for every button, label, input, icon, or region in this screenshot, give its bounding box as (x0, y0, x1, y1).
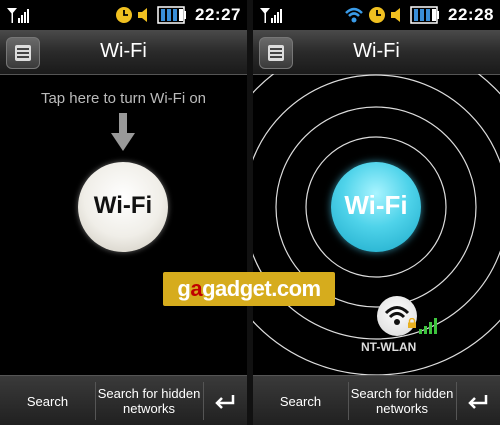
wifi-toggle-button[interactable]: Wi-Fi (331, 162, 421, 252)
search-button[interactable]: Search (253, 376, 348, 425)
watermark-part: a (190, 276, 203, 301)
clock: 22:28 (448, 5, 494, 24)
back-arrow-icon (215, 395, 235, 409)
signal-bars-icon (419, 318, 437, 334)
wifi-network-icon (384, 306, 410, 325)
alarm-clock-icon (116, 7, 133, 23)
clock: 22:27 (195, 5, 241, 24)
volume-icon (138, 8, 148, 22)
lock-icon (408, 318, 416, 328)
status-bar: 22:27 (0, 0, 247, 30)
battery-icon (157, 6, 187, 24)
watermark-logo: g a gadget.com (163, 272, 335, 306)
status-bar: 22:28 (253, 0, 500, 30)
page-title: Wi-Fi (100, 40, 147, 62)
search-button[interactable]: Search (0, 376, 95, 425)
tap-hint-text: Tap here to turn Wi-Fi on (40, 90, 207, 107)
arrow-down-icon (111, 113, 135, 151)
wifi-toggle-label: Wi-Fi (344, 190, 408, 220)
back-button[interactable] (203, 376, 247, 425)
alarm-clock-icon (369, 7, 386, 23)
watermark-part: g (177, 276, 191, 301)
search-hidden-networks-button[interactable]: Search for hidden networks (348, 376, 456, 425)
back-button[interactable] (456, 376, 500, 425)
battery-icon (410, 6, 440, 24)
wifi-off-screen: 22:27 Wi-Fi Tap here to turn Wi-Fi on Wi… (0, 0, 247, 425)
signal-strength-icon (7, 8, 29, 23)
back-arrow-icon (468, 395, 488, 409)
signal-strength-icon (260, 8, 282, 23)
title-bar: Wi-Fi (0, 30, 247, 75)
volume-icon (391, 8, 401, 22)
wifi-toggle-button[interactable]: Wi-Fi (78, 162, 168, 252)
wifi-status-icon (345, 7, 363, 23)
wifi-toggle-label: Wi-Fi (93, 192, 153, 219)
page-title: Wi-Fi (353, 40, 400, 62)
wifi-on-screen: 22:28 Wi-Fi Wi-Fi NT-WLAN Search Search … (253, 0, 500, 425)
network-item-nt-wlan[interactable] (377, 296, 417, 336)
bottom-toolbar: Search Search for hidden networks (0, 375, 247, 425)
bottom-toolbar: Search Search for hidden networks (253, 375, 500, 425)
watermark-part: gadget.com (202, 276, 321, 301)
search-hidden-networks-button[interactable]: Search for hidden networks (95, 376, 203, 425)
title-bar: Wi-Fi (253, 30, 500, 75)
network-name: NT-WLAN (361, 340, 417, 354)
